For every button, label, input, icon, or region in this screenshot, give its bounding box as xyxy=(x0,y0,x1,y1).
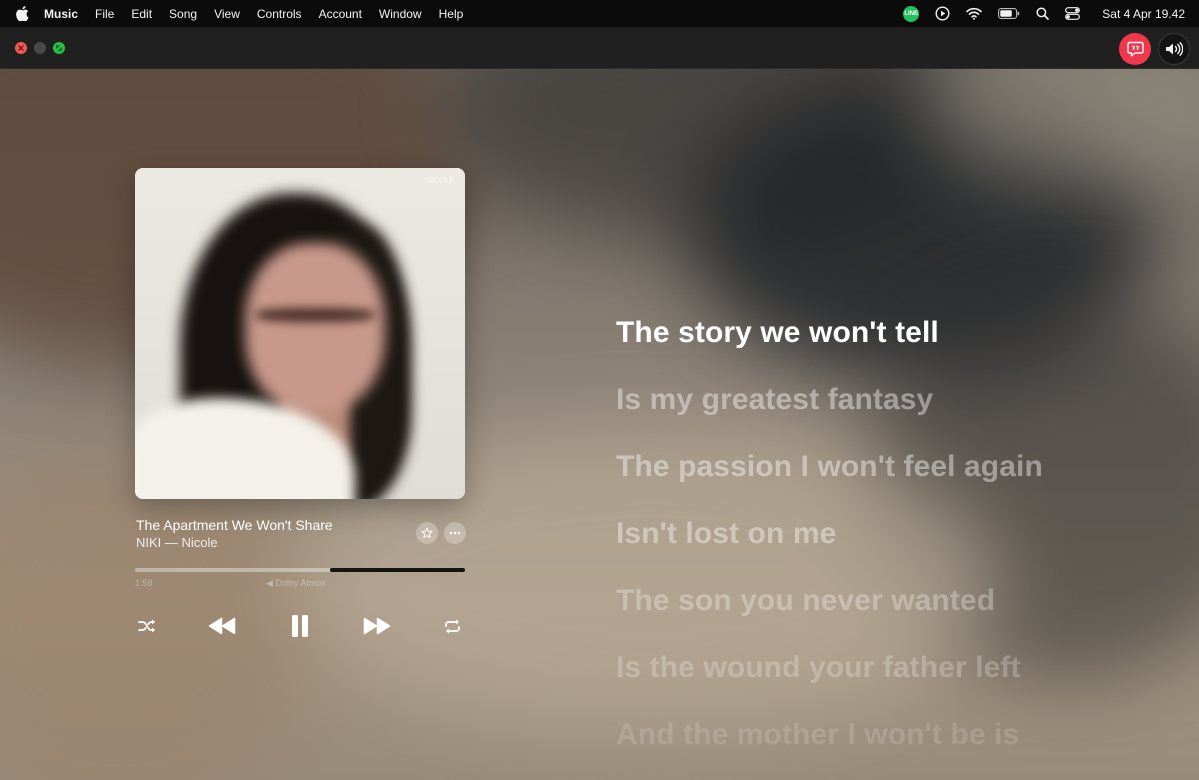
play-circle-icon[interactable] xyxy=(935,6,950,21)
favorite-button[interactable] xyxy=(416,522,438,544)
shuffle-button[interactable] xyxy=(135,614,159,638)
lyric-line[interactable]: Is my greatest fantasy xyxy=(616,383,933,417)
playback-progress-bar[interactable] xyxy=(135,568,465,572)
album-artwork[interactable]: NICOLE xyxy=(135,168,465,499)
shuffle-icon xyxy=(138,619,156,633)
menu-window[interactable]: Window xyxy=(379,7,422,21)
lyric-line-current[interactable]: The story we won't tell xyxy=(616,316,939,350)
lyric-line[interactable]: Isn't lost on me xyxy=(616,517,836,551)
menu-song[interactable]: Song xyxy=(169,7,197,21)
more-options-button[interactable] xyxy=(444,522,466,544)
artwork-mark: NICOLE xyxy=(425,176,455,185)
ellipsis-icon xyxy=(449,531,461,535)
next-track-button[interactable] xyxy=(361,612,393,640)
window-titlebar xyxy=(0,27,1199,69)
line-app-icon[interactable]: LINE xyxy=(903,5,920,22)
previous-track-button[interactable] xyxy=(206,612,238,640)
lyric-line[interactable]: The passion I won't feel again xyxy=(616,450,1043,484)
menu-controls[interactable]: Controls xyxy=(257,7,302,21)
fast-forward-icon xyxy=(363,617,391,635)
menu-bar: Music File Edit Song View Controls Accou… xyxy=(0,0,1199,27)
lyric-line[interactable]: Is the wound your father left xyxy=(616,651,1021,685)
lyric-line[interactable]: The son you never wanted xyxy=(616,584,995,618)
apple-logo-icon[interactable] xyxy=(16,6,30,22)
lyrics-quote-bubble-icon xyxy=(1126,41,1144,57)
time-elapsed: 1:58 xyxy=(135,578,153,588)
progress-elapsed xyxy=(135,568,330,572)
window-close-button[interactable] xyxy=(15,42,27,54)
spotlight-search-icon[interactable] xyxy=(1036,7,1050,20)
menu-view[interactable]: View xyxy=(214,7,240,21)
menubar-status-area: LINE Sat 4 Apr 19.42 xyxy=(887,0,1185,27)
repeat-icon xyxy=(444,619,461,634)
pause-icon xyxy=(291,614,309,638)
menu-help[interactable]: Help xyxy=(439,7,464,21)
control-center-icon[interactable] xyxy=(1065,7,1081,20)
menu-account[interactable]: Account xyxy=(319,7,362,21)
lyric-line[interactable]: And the mother I won't be is xyxy=(616,718,1019,752)
track-title: The Apartment We Won't Share xyxy=(136,517,333,533)
menu-file[interactable]: File xyxy=(95,7,114,21)
menu-edit[interactable]: Edit xyxy=(131,7,152,21)
battery-icon[interactable] xyxy=(998,8,1020,19)
play-pause-button[interactable] xyxy=(286,611,314,641)
lyrics-toggle-button[interactable] xyxy=(1119,33,1151,65)
artwork-eyes xyxy=(255,308,375,322)
rewind-icon xyxy=(208,617,236,635)
menu-app-name[interactable]: Music xyxy=(44,7,78,21)
wifi-icon[interactable] xyxy=(966,7,983,20)
window-fullscreen-button[interactable] xyxy=(53,42,65,54)
audio-quality-label: ◀ Dolby Atmos xyxy=(266,578,326,588)
line-badge-label: LINE xyxy=(903,5,920,22)
artwork-face xyxy=(245,243,385,413)
speaker-volume-icon xyxy=(1165,42,1183,56)
window-minimize-button[interactable] xyxy=(34,42,46,54)
progress-remaining xyxy=(330,568,465,572)
menubar-clock[interactable]: Sat 4 Apr 19.42 xyxy=(1102,7,1185,21)
repeat-button[interactable] xyxy=(440,614,464,638)
now-playing-view: NICOLE The Apartment We Won't Share NIKI… xyxy=(0,69,1199,780)
star-icon xyxy=(421,527,433,539)
volume-button[interactable] xyxy=(1158,33,1190,65)
track-artist-album[interactable]: NIKI — Nicole xyxy=(136,535,218,550)
